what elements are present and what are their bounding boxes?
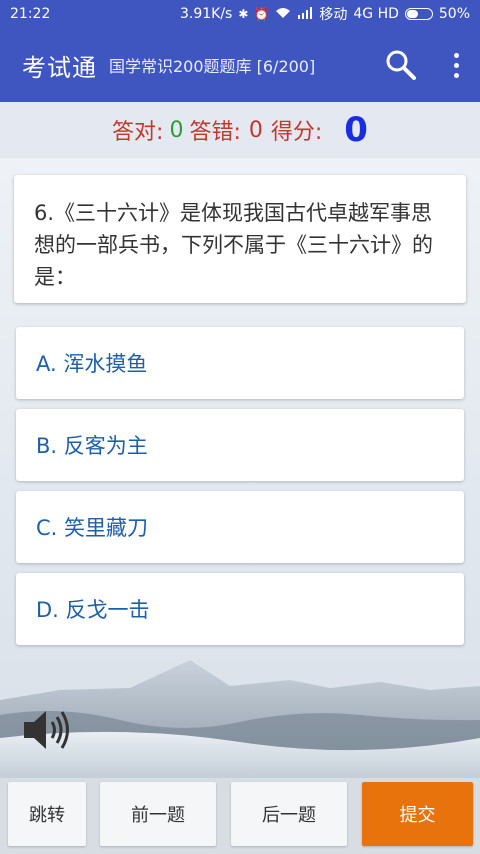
app-subtitle: 国学常识200题题库 [6/200] (109, 57, 316, 76)
net-speed: 3.91K/s (179, 6, 233, 22)
app-title: 考试通 (22, 53, 97, 82)
question-card: 6.《三十六计》是体现我国古代卓越军事思想的一部兵书，下列不属于《三十六计》的是… (14, 175, 466, 303)
correct-label: 答对: (112, 120, 164, 145)
option-label: B. 反客为主 (36, 434, 148, 458)
status-right: 3.91K/s ✱ ⏰ 移动 4G HD 50% (180, 4, 470, 24)
question-text: 6.《三十六计》是体现我国古代卓越军事思想的一部兵书，下列不属于《三十六计》的是… (34, 201, 433, 289)
app-bar: 考试通 国学常识200题题库 [6/200] (0, 28, 480, 102)
option-label: A. 浑水摸鱼 (36, 352, 148, 376)
option-label: D. 反戈一击 (36, 598, 150, 622)
next-question-button[interactable]: 后一题 (231, 782, 347, 846)
search-icon[interactable] (384, 48, 418, 82)
alarm-icon: ⏰ (254, 7, 270, 21)
wrong-count: 0 (248, 117, 263, 143)
speaker-icon[interactable] (22, 708, 72, 752)
option-b[interactable]: B. 反客为主 (16, 409, 464, 481)
carrier: 移动 (319, 7, 348, 23)
bluetooth-icon: ✱ (238, 7, 249, 21)
score-label: 得分: (270, 120, 323, 145)
score-value: 0 (344, 110, 368, 150)
signal-icon (297, 6, 313, 22)
score-bar: 答对: 0 答错: 0 得分: 0 (0, 102, 480, 159)
battery-icon (404, 8, 433, 20)
submit-button[interactable]: 提交 (362, 782, 473, 846)
option-label: C. 笑里藏刀 (36, 516, 149, 540)
more-vert-icon[interactable] (446, 46, 466, 84)
correct-count: 0 (169, 117, 184, 143)
prev-question-button[interactable]: 前一题 (100, 782, 216, 846)
status-time: 21:22 (10, 6, 51, 22)
wifi-icon (275, 7, 291, 22)
option-a[interactable]: A. 浑水摸鱼 (16, 327, 464, 399)
option-d[interactable]: D. 反戈一击 (16, 573, 464, 645)
network-type: 4G HD (353, 6, 399, 22)
bottom-bar: 跳转 前一题 后一题 提交 (0, 778, 480, 854)
status-bar: 21:22 3.91K/s ✱ ⏰ 移动 4G HD 50% (0, 0, 480, 28)
option-c[interactable]: C. 笑里藏刀 (16, 491, 464, 563)
battery-percent: 50% (438, 6, 470, 22)
jump-button[interactable]: 跳转 (8, 782, 86, 846)
wrong-label: 答错: (189, 120, 241, 145)
